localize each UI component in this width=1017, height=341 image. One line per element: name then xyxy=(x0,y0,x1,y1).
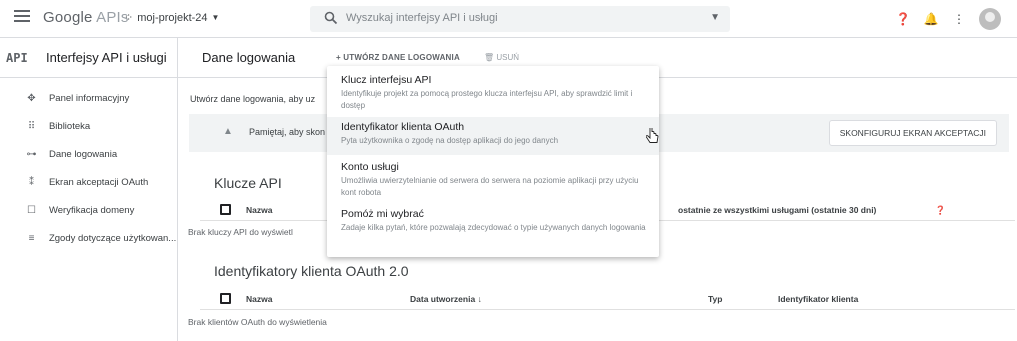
intro-text: Utwórz dane logowania, aby uz xyxy=(190,94,316,104)
domain-icon: ☐ xyxy=(27,204,36,216)
select-all-checkbox[interactable] xyxy=(220,204,231,215)
search-input[interactable]: Wyszukaj interfejsy API i usługi xyxy=(346,12,498,24)
menu-item-title: Pomóż mi wybrać xyxy=(341,208,424,220)
chevron-down-icon: ▼ xyxy=(211,13,220,22)
key-icon: ⊶ xyxy=(26,148,37,160)
column-name[interactable]: Nazwa xyxy=(246,294,272,304)
menu-item-help-choose[interactable]: Pomóż mi wybrać Zadaje kilka pytań, któr… xyxy=(327,208,659,252)
sidebar-item-label: Biblioteka xyxy=(48,120,91,132)
oauth-clients-title: Identyfikatory klienta OAuth 2.0 xyxy=(214,263,409,279)
sidebar: API Interfejsy API i usługi ✥ Panel info… xyxy=(0,38,178,341)
help-icon[interactable]: ❓ xyxy=(895,12,911,26)
sidebar-header: API Interfejsy API i usługi xyxy=(0,38,177,78)
google-apis-logo[interactable]: Google APIs xyxy=(43,9,129,26)
menu-item-api-key[interactable]: Klucz interfejsu API Identyfikuje projek… xyxy=(327,74,659,118)
sidebar-item-oauth-consent[interactable]: ⁑ Ekran akceptacji OAuth xyxy=(0,168,177,196)
consent-icon: ⁑ xyxy=(28,176,34,188)
sidebar-item-label: Weryfikacja domeny xyxy=(48,204,135,216)
column-usage[interactable]: ostatnie ze wszystkimi usługami (ostatni… xyxy=(678,205,876,215)
toolbar-icons: ❓ 🔔 ⋮ xyxy=(895,8,1001,30)
menu-item-title: Identyfikator klienta OAuth xyxy=(341,121,465,133)
menu-item-title: Klucz interfejsu API xyxy=(341,74,432,86)
logo-google: Google xyxy=(43,9,93,26)
library-icon: ⠿ xyxy=(27,120,36,132)
api-keys-empty: Brak kluczy API do wyświetl xyxy=(188,227,293,237)
top-bar: Google APIs ⁘ moj-projekt-24 ▼ Wyszukaj … xyxy=(0,0,1017,38)
search-box[interactable]: Wyszukaj interfejsy API i usługi ▼ xyxy=(310,6,730,32)
search-dropdown-icon[interactable]: ▼ xyxy=(710,12,720,23)
sidebar-item-label: Zgody dotyczące użytkowan... xyxy=(48,232,177,244)
create-credentials-menu: Klucz interfejsu API Identyfikuje projek… xyxy=(327,66,659,257)
help-icon[interactable]: ❓ xyxy=(935,205,946,216)
dashboard-icon: ✥ xyxy=(27,92,36,104)
sidebar-item-credentials[interactable]: ⊶ Dane logowania xyxy=(0,140,177,168)
create-credentials-button[interactable]: + UTWÓRZ DANE LOGOWANIA xyxy=(336,53,460,62)
project-selector[interactable]: ⁘ moj-projekt-24 ▼ xyxy=(124,11,220,25)
configure-consent-button[interactable]: SKONFIGURUJ EKRAN AKCEPTACJI xyxy=(828,120,997,146)
column-created[interactable]: Data utworzenia ↓ xyxy=(410,294,482,304)
hamburger-menu-icon[interactable] xyxy=(14,10,30,26)
column-name[interactable]: Nazwa xyxy=(246,205,272,215)
trash-icon: 🗑 xyxy=(483,53,495,62)
search-icon xyxy=(324,11,338,25)
menu-item-service-account[interactable]: Konto usługi Umożliwia uwierzytelnianie … xyxy=(327,161,659,205)
more-options-icon[interactable]: ⋮ xyxy=(951,12,967,26)
hand-cursor-icon xyxy=(646,128,659,143)
notifications-icon[interactable]: 🔔 xyxy=(923,12,939,26)
page-title: Dane logowania xyxy=(202,50,296,65)
api-keys-title: Klucze API xyxy=(214,175,282,191)
menu-item-description: Identyfikuje projekt za pomocą prostego … xyxy=(341,89,633,110)
column-client-id[interactable]: Identyfikator klienta xyxy=(778,294,858,304)
column-type[interactable]: Typ xyxy=(708,294,722,304)
menu-item-title: Konto usługi xyxy=(341,161,399,173)
sidebar-item-label: Ekran akceptacji OAuth xyxy=(48,176,149,188)
project-icon: ⁘ xyxy=(124,12,134,24)
warning-icon: ▲ xyxy=(223,126,233,137)
column-created-label: Data utworzenia xyxy=(410,294,476,304)
oauth-header-row: Nazwa Data utworzenia ↓ Typ Identyfikato… xyxy=(200,288,1015,310)
banner-text: Pamiętaj, aby skon xyxy=(249,127,326,137)
menu-item-description: Pyta użytkownika o zgodę na dostęp aplik… xyxy=(341,136,559,145)
agreements-icon: ≡ xyxy=(28,232,35,244)
sidebar-item-dashboard[interactable]: ✥ Panel informacyjny xyxy=(0,84,177,112)
oauth-empty: Brak klientów OAuth do wyświetlenia xyxy=(188,317,327,327)
project-name: moj-projekt-24 xyxy=(137,11,208,24)
avatar[interactable] xyxy=(979,8,1001,30)
delete-label: USUŃ xyxy=(496,53,519,62)
menu-item-oauth-client[interactable]: Identyfikator klienta OAuth Pyta użytkow… xyxy=(327,117,659,155)
sidebar-item-domain-verification[interactable]: ☐ Weryfikacja domeny xyxy=(0,196,177,224)
sort-arrow-icon: ↓ xyxy=(477,294,482,304)
sidebar-item-label: Dane logowania xyxy=(48,148,118,160)
sidebar-item-library[interactable]: ⠿ Biblioteka xyxy=(0,112,177,140)
sidebar-title: Interfejsy API i usługi xyxy=(46,50,167,65)
sidebar-item-label: Panel informacyjny xyxy=(48,92,130,104)
sidebar-item-agreements[interactable]: ≡ Zgody dotyczące użytkowan... xyxy=(0,224,177,252)
delete-button[interactable]: 🗑 USUŃ xyxy=(484,53,519,62)
menu-item-description: Zadaje kilka pytań, które pozwalają zdec… xyxy=(341,223,646,232)
select-all-checkbox[interactable] xyxy=(220,293,231,304)
api-logo-icon: API xyxy=(6,50,28,65)
menu-item-description: Umożliwia uwierzytelnianie od serwera do… xyxy=(341,176,639,197)
